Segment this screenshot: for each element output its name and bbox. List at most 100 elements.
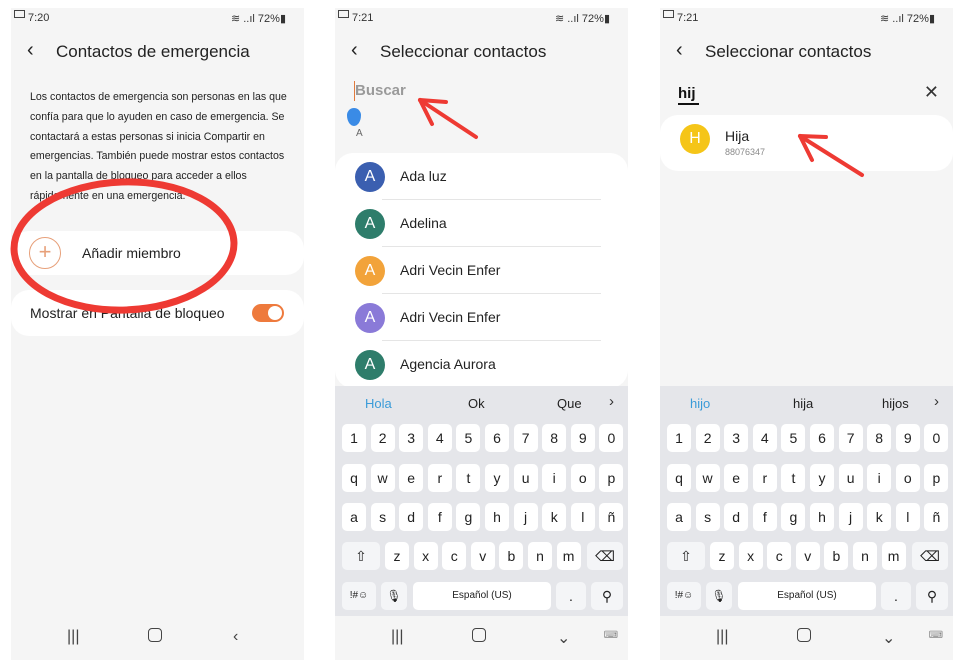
cursor-handle-icon[interactable]: [347, 108, 361, 126]
backspace-icon[interactable]: ⌫: [912, 542, 948, 570]
suggestion-chip[interactable]: hija: [793, 396, 813, 411]
home-icon[interactable]: [148, 628, 162, 647]
key-letter[interactable]: v: [470, 542, 495, 570]
key-letter[interactable]: t: [781, 464, 806, 492]
key-letter[interactable]: h: [810, 503, 834, 531]
shift-icon[interactable]: ⇧: [667, 542, 705, 570]
space-key[interactable]: Español (US): [738, 582, 876, 610]
contact-list-item[interactable]: A Adri Vecin Enfer: [335, 247, 628, 294]
chevron-right-icon[interactable]: ›: [609, 393, 614, 410]
back-arrow-icon[interactable]: ‹: [676, 39, 696, 62]
recent-apps-icon[interactable]: |||: [67, 628, 79, 646]
key-number[interactable]: 4: [427, 424, 452, 452]
key-letter[interactable]: i: [542, 464, 567, 492]
key-letter[interactable]: ñ: [599, 503, 624, 531]
key-letter[interactable]: k: [542, 503, 567, 531]
key-letter[interactable]: j: [838, 503, 863, 531]
close-icon[interactable]: ✕: [924, 82, 939, 103]
key-letter[interactable]: d: [399, 503, 424, 531]
suggestion-chip[interactable]: hijo: [690, 396, 710, 411]
key-letter[interactable]: t: [456, 464, 481, 492]
add-member-button[interactable]: + Añadir miembro: [11, 231, 304, 275]
key-letter[interactable]: b: [499, 542, 524, 570]
key-number[interactable]: 7: [513, 424, 538, 452]
chevron-right-icon[interactable]: ›: [934, 393, 939, 410]
key-letter[interactable]: x: [738, 542, 763, 570]
symbols-key[interactable]: !#☺: [667, 582, 701, 610]
key-letter[interactable]: p: [599, 464, 624, 492]
key-letter[interactable]: u: [838, 464, 863, 492]
key-letter[interactable]: q: [342, 464, 366, 492]
contact-list-item[interactable]: A Adri Vecin Enfer: [335, 294, 628, 341]
contact-list-item[interactable]: A Ada luz: [335, 153, 628, 200]
key-letter[interactable]: n: [528, 542, 552, 570]
nav-back-icon[interactable]: ‹: [233, 628, 238, 646]
keyboard-icon[interactable]: ⌨: [604, 630, 618, 641]
search-icon[interactable]: ⚲: [591, 582, 623, 610]
key-letter[interactable]: b: [824, 542, 849, 570]
key-letter[interactable]: z: [385, 542, 409, 570]
key-letter[interactable]: a: [342, 503, 366, 531]
key-letter[interactable]: e: [399, 464, 424, 492]
search-result-item[interactable]: H Hija 88076347: [660, 115, 953, 171]
key-number[interactable]: 1: [342, 424, 366, 452]
key-letter[interactable]: c: [767, 542, 792, 570]
search-icon[interactable]: ⚲: [916, 582, 948, 610]
key-letter[interactable]: u: [513, 464, 538, 492]
key-number[interactable]: 2: [695, 424, 720, 452]
key-letter[interactable]: m: [881, 542, 906, 570]
key-letter[interactable]: a: [667, 503, 691, 531]
key-letter[interactable]: x: [413, 542, 438, 570]
key-letter[interactable]: s: [695, 503, 720, 531]
key-letter[interactable]: h: [485, 503, 509, 531]
home-icon[interactable]: [797, 628, 811, 647]
keyboard-icon[interactable]: ⌨: [929, 630, 943, 641]
period-key[interactable]: .: [881, 582, 911, 610]
backspace-icon[interactable]: ⌫: [587, 542, 623, 570]
key-number[interactable]: 8: [542, 424, 567, 452]
lockscreen-setting-row[interactable]: Mostrar en Pantalla de bloqueo: [11, 290, 304, 336]
back-arrow-icon[interactable]: ‹: [351, 39, 371, 62]
key-letter[interactable]: c: [442, 542, 467, 570]
key-letter[interactable]: q: [667, 464, 691, 492]
key-number[interactable]: 9: [895, 424, 920, 452]
key-number[interactable]: 0: [924, 424, 949, 452]
key-number[interactable]: 3: [724, 424, 749, 452]
key-letter[interactable]: k: [867, 503, 892, 531]
key-letter[interactable]: d: [724, 503, 749, 531]
key-letter[interactable]: w: [695, 464, 720, 492]
hide-keyboard-icon[interactable]: ⌄: [557, 628, 570, 648]
recent-apps-icon[interactable]: |||: [391, 628, 403, 646]
key-letter[interactable]: n: [853, 542, 877, 570]
key-letter[interactable]: l: [895, 503, 920, 531]
key-number[interactable]: 7: [838, 424, 863, 452]
key-letter[interactable]: o: [895, 464, 920, 492]
contact-list-item[interactable]: A Agencia Aurora: [335, 341, 628, 388]
key-letter[interactable]: e: [724, 464, 749, 492]
key-number[interactable]: 8: [867, 424, 892, 452]
key-letter[interactable]: ñ: [924, 503, 949, 531]
key-number[interactable]: 0: [599, 424, 624, 452]
key-letter[interactable]: l: [570, 503, 595, 531]
period-key[interactable]: .: [556, 582, 586, 610]
key-letter[interactable]: f: [752, 503, 777, 531]
key-number[interactable]: 9: [570, 424, 595, 452]
key-number[interactable]: 5: [456, 424, 481, 452]
key-letter[interactable]: j: [513, 503, 538, 531]
key-letter[interactable]: i: [867, 464, 892, 492]
recent-apps-icon[interactable]: |||: [716, 628, 728, 646]
key-letter[interactable]: r: [752, 464, 777, 492]
key-letter[interactable]: z: [710, 542, 734, 570]
key-letter[interactable]: o: [570, 464, 595, 492]
search-input[interactable]: hij: [678, 85, 696, 102]
search-input[interactable]: Buscar: [355, 82, 406, 99]
key-number[interactable]: 2: [370, 424, 395, 452]
back-arrow-icon[interactable]: ‹: [27, 39, 47, 62]
key-number[interactable]: 6: [485, 424, 509, 452]
home-icon[interactable]: [472, 628, 486, 647]
contact-list-item[interactable]: A Adelina: [335, 200, 628, 247]
microphone-icon[interactable]: 🎙: [381, 582, 407, 610]
symbols-key[interactable]: !#☺: [342, 582, 376, 610]
key-letter[interactable]: s: [370, 503, 395, 531]
suggestion-chip[interactable]: hijos: [882, 396, 909, 411]
